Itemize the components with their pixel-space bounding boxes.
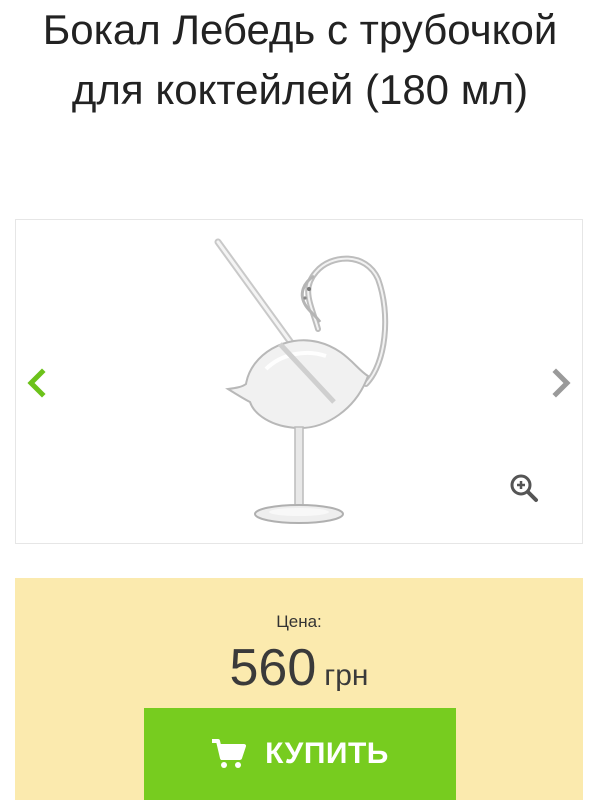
chevron-right-icon	[552, 368, 571, 398]
price-panel: Цена: 560 грн КУПИТЬ	[15, 578, 583, 800]
buy-button-label: КУПИТЬ	[265, 737, 389, 770]
buy-button[interactable]: КУПИТЬ	[144, 708, 456, 800]
price-label: Цена:	[276, 612, 322, 631]
chevron-left-icon	[27, 368, 46, 398]
cart-icon	[212, 739, 247, 768]
product-gallery	[15, 219, 583, 544]
zoom-button[interactable]	[506, 470, 542, 506]
gallery-next-button[interactable]	[546, 366, 576, 400]
zoom-in-icon	[510, 474, 538, 502]
product-page: Бокал Лебедь с трубочкой для коктейлей (…	[0, 0, 600, 800]
product-image[interactable]	[206, 234, 396, 529]
gallery-prev-button[interactable]	[22, 366, 52, 400]
price-value: 560	[229, 639, 317, 697]
product-title: Бокал Лебедь с трубочкой для коктейлей (…	[42, 6, 558, 113]
price-currency: грн	[324, 659, 369, 692]
price-row: 560 грн	[15, 638, 583, 698]
